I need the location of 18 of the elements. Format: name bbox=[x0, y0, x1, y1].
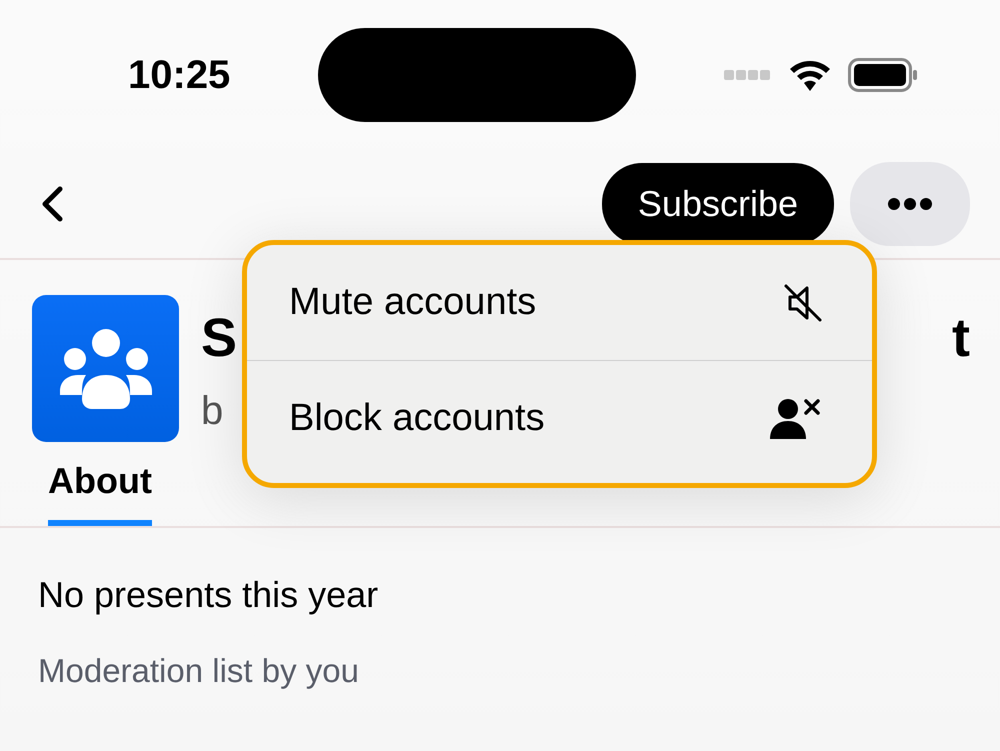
back-icon[interactable] bbox=[40, 186, 64, 222]
menu-item[interactable]: Mute accounts bbox=[247, 245, 872, 360]
byline: b bbox=[201, 388, 224, 435]
more-icon bbox=[888, 198, 932, 210]
signal-icon bbox=[724, 69, 772, 81]
menu-item-label: Block accounts bbox=[289, 396, 545, 440]
list-subtitle: Moderation list by you bbox=[37, 651, 360, 691]
status-time: 10:25 bbox=[128, 52, 230, 99]
list-title: t bbox=[952, 311, 970, 365]
menu-item-label: Mute accounts bbox=[289, 280, 536, 325]
battery-icon bbox=[848, 58, 918, 92]
about-tab[interactable]: About bbox=[48, 454, 152, 526]
menu-item[interactable]: Block accounts bbox=[247, 360, 872, 475]
list-title: S bbox=[201, 311, 238, 365]
group-icon bbox=[58, 328, 154, 408]
wifi-icon bbox=[788, 58, 832, 92]
description-text: No presents this year bbox=[37, 573, 380, 617]
mute-icon bbox=[782, 282, 824, 324]
